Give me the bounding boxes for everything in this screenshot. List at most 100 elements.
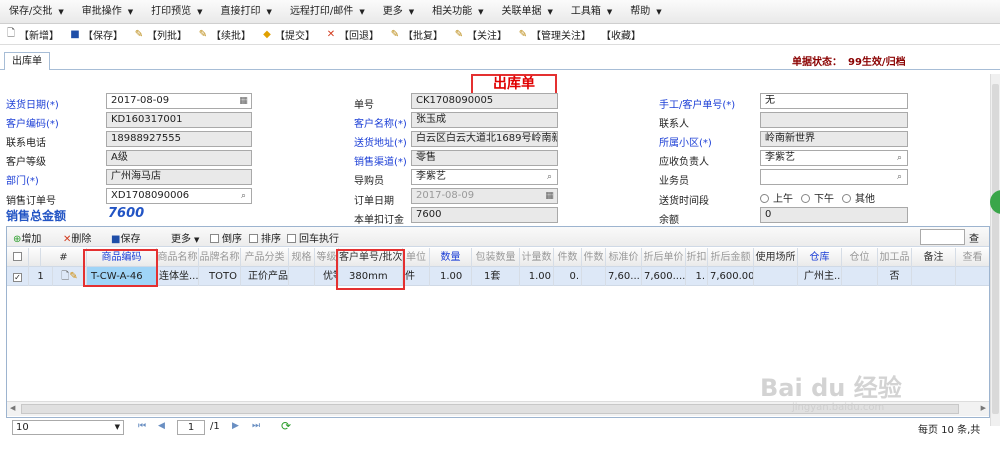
cell-place[interactable] [754,267,798,286]
menu-print-preview[interactable]: 打印预览 ▼ [142,0,211,24]
cell-std-price[interactable]: 7,60... [606,267,642,286]
prev-page-icon[interactable]: ◀ [158,421,165,431]
tab-outbound-order[interactable]: 出库单 [4,52,50,70]
header-measure[interactable]: 计量数 [520,248,554,267]
header-unit[interactable]: 单位 [403,248,430,267]
menu-direct-print[interactable]: 直接打印 ▼ [212,0,281,24]
header-select-all[interactable] [7,248,29,267]
menu-help[interactable]: 帮助 ▼ [621,0,670,24]
phone-field[interactable]: 18988927555 [106,131,252,147]
cust-code-field[interactable]: KD160317001 [106,112,252,128]
batch-approve-button[interactable]: ✎ 【列批】 [128,25,192,45]
manage-follow-button[interactable]: ✎ 【管理关注】 [512,25,596,45]
menu-related[interactable]: 相关功能 ▼ [423,0,492,24]
cell-pieces[interactable]: 0. [554,267,582,286]
save-button[interactable]: ■ 【保存】 [64,25,128,45]
cell-qty[interactable]: 1.00 [430,267,472,286]
cell-processed[interactable]: 否 [878,267,912,286]
channel-field[interactable]: 零售 [411,150,558,166]
grid-save-button[interactable]: ■保存 [111,230,140,245]
favorite-button[interactable]: 【收藏】 [596,25,646,45]
cell-unit[interactable]: 件 [403,267,430,286]
refresh-icon[interactable]: ⟳ [281,419,291,433]
grid-search-button[interactable]: 查 [969,230,979,245]
cell-pack[interactable]: 1套 [472,267,520,286]
header-pieces2[interactable]: 件数 [582,248,606,267]
header-std-price[interactable]: 标准价 [606,248,642,267]
header-processed[interactable]: 加工品 [878,248,912,267]
page-input[interactable]: 1 [177,420,205,435]
cell-remark[interactable] [912,267,956,286]
cell-discount[interactable]: 1. [686,267,708,286]
dept-field[interactable]: 广州海马店 [106,169,252,185]
menu-remote-print[interactable]: 远程打印/邮件 ▼ [281,0,374,24]
row-checkbox[interactable]: ✓ [7,267,29,286]
deposit-field[interactable]: 7600 [411,207,558,223]
search-icon[interactable]: ⌕ [894,171,905,183]
rollback-button[interactable]: ✕ 【回退】 [320,25,384,45]
header-brand[interactable]: 品牌名称 [199,248,241,267]
level-field[interactable]: A级 [106,150,252,166]
header-discount[interactable]: 折扣 [686,248,708,267]
search-icon[interactable]: ⌕ [238,190,249,202]
sort-checkbox[interactable]: 排序 [249,230,281,245]
grid-search-input[interactable] [920,229,965,245]
new-button[interactable]: 🗋 【新增】 [0,25,64,45]
header-view[interactable]: 查看 [956,248,989,267]
radio-other[interactable]: 其他 [842,190,875,205]
reply-button[interactable]: ✎ 【批复】 [384,25,448,45]
guide-field[interactable]: 李紫艺 ⌕ [411,169,558,185]
manual-no-field[interactable]: 无 [760,93,908,109]
cell-view[interactable] [956,267,989,286]
scrollbar-thumb[interactable] [992,84,999,414]
header-disc-price[interactable]: 折后单价 [642,248,686,267]
next-page-icon[interactable]: ▶ [232,421,239,431]
doc-no-field[interactable]: CK1708090005 [411,93,558,109]
cell-amount[interactable]: 7,600.00 [708,267,754,286]
grid-add-button[interactable]: ⊕增加 [13,230,41,245]
header-qty[interactable]: 数量 [430,248,472,267]
cell-brand[interactable]: TOTO [199,267,241,286]
cell-spec[interactable] [289,267,315,286]
header-pieces[interactable]: 件数 [554,248,582,267]
menu-approval[interactable]: 审批操作 ▼ [73,0,142,24]
arrow-left-icon[interactable]: ◀ [10,404,15,412]
first-page-icon[interactable]: ⏮ [138,421,146,431]
cell-pieces2[interactable] [582,267,606,286]
header-amount[interactable]: 折后金额 [708,248,754,267]
order-date-field[interactable]: 2017-08-09 ▦ [411,188,558,204]
cell-disc-price[interactable]: 7,600.... [642,267,686,286]
cell-warehouse[interactable]: 广州主... [798,267,842,286]
contact-field[interactable] [760,112,908,128]
balance-field[interactable]: 0 [760,207,908,223]
menu-linked-docs[interactable]: 关联单据 ▼ [492,0,561,24]
cell-category[interactable]: 正价产品 [241,267,289,286]
page-size-select[interactable]: 10 ▼ [12,420,124,435]
grid-more-button[interactable]: 更多 ▼ [171,230,199,245]
header-place[interactable]: 使用场所 [754,248,798,267]
header-spec[interactable]: 规格 [289,248,315,267]
header-warehouse[interactable]: 仓库 [798,248,842,267]
last-page-icon[interactable]: ⏭ [252,421,260,431]
vertical-scrollbar[interactable] [990,74,1000,426]
district-field[interactable]: 岭南新世界 [760,131,908,147]
radio-morning[interactable]: 上午 [760,190,793,205]
header-location[interactable]: 仓位 [842,248,878,267]
arrow-right-icon[interactable]: ▶ [981,404,986,412]
sales-field[interactable]: ⌕ [760,169,908,185]
order-no-field[interactable]: XD1708090006 ⌕ [106,188,252,204]
send-date-field[interactable]: 2017-08-09 ▦ [106,93,252,109]
search-icon[interactable]: ⌕ [544,171,555,183]
header-remark[interactable]: 备注 [912,248,956,267]
header-product-name[interactable]: 商品名称 [157,248,199,267]
menu-more[interactable]: 更多 ▼ [374,0,423,24]
radio-afternoon[interactable]: 下午 [801,190,834,205]
header-pack[interactable]: 包装数量 [472,248,520,267]
pencil-icon[interactable]: ✎ [69,271,77,282]
ar-field[interactable]: 李紫艺 ⌕ [760,150,908,166]
continue-approve-button[interactable]: ✎ 【续批】 [192,25,256,45]
search-icon[interactable]: ⌕ [894,152,905,164]
address-field[interactable]: 白云区白云大道北1689号岭南新世 [411,131,558,147]
menu-toolbox[interactable]: 工具箱 ▼ [562,0,621,24]
grid-delete-button[interactable]: ✕删除 [63,230,91,245]
